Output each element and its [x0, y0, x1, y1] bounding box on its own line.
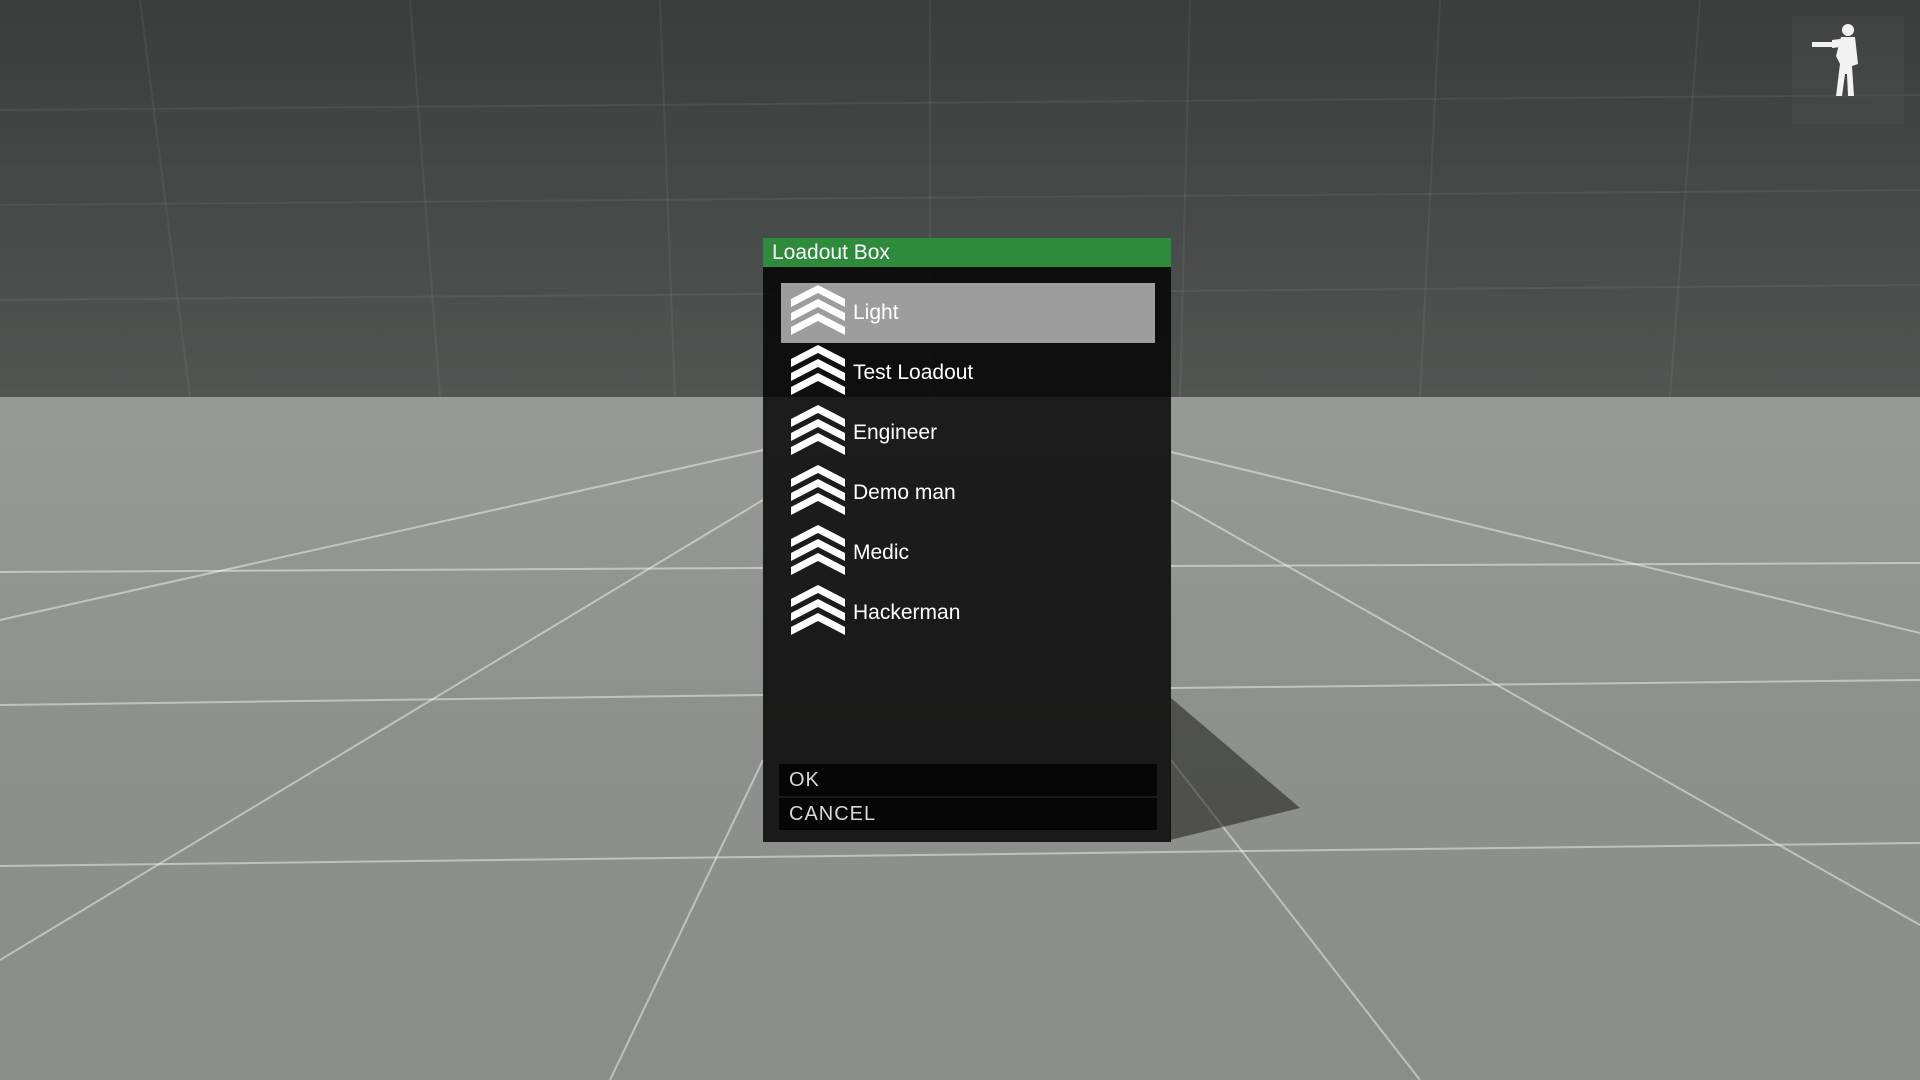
- loadout-item-engineer[interactable]: Engineer: [781, 403, 1155, 463]
- loadout-dialog: Loadout Box Light Test Loadout Engineer …: [763, 238, 1171, 842]
- rank-chevrons-icon: [791, 585, 845, 635]
- rank-chevrons-icon: [791, 285, 845, 335]
- loadout-item-demo-man[interactable]: Demo man: [781, 463, 1155, 523]
- loadout-item-test-loadout[interactable]: Test Loadout: [781, 343, 1155, 403]
- loadout-item-label: Hackerman: [853, 601, 961, 624]
- rank-chevrons-icon: [791, 405, 845, 455]
- soldier-standing-icon: [1812, 24, 1858, 96]
- loadout-list[interactable]: Light Test Loadout Engineer Demo man Med…: [781, 283, 1155, 643]
- ok-button[interactable]: OK: [779, 764, 1157, 796]
- dialog-buttons: OK CANCEL: [779, 764, 1157, 832]
- loadout-item-label: Engineer: [853, 421, 938, 444]
- dialog-title: Loadout Box: [763, 238, 1171, 267]
- loadout-item-hackerman[interactable]: Hackerman: [781, 583, 1155, 643]
- loadout-item-label: Medic: [853, 541, 910, 564]
- loadout-item-label: Test Loadout: [853, 361, 974, 384]
- rank-chevrons-icon: [791, 345, 845, 395]
- loadout-item-label: Light: [853, 301, 899, 324]
- rank-chevrons-icon: [791, 465, 845, 515]
- loadout-item-label: Demo man: [853, 481, 956, 504]
- rank-chevrons-icon: [791, 525, 845, 575]
- cancel-button[interactable]: CANCEL: [779, 798, 1157, 830]
- stance-indicator: [1792, 16, 1904, 124]
- loadout-item-light[interactable]: Light: [781, 283, 1155, 343]
- loadout-item-medic[interactable]: Medic: [781, 523, 1155, 583]
